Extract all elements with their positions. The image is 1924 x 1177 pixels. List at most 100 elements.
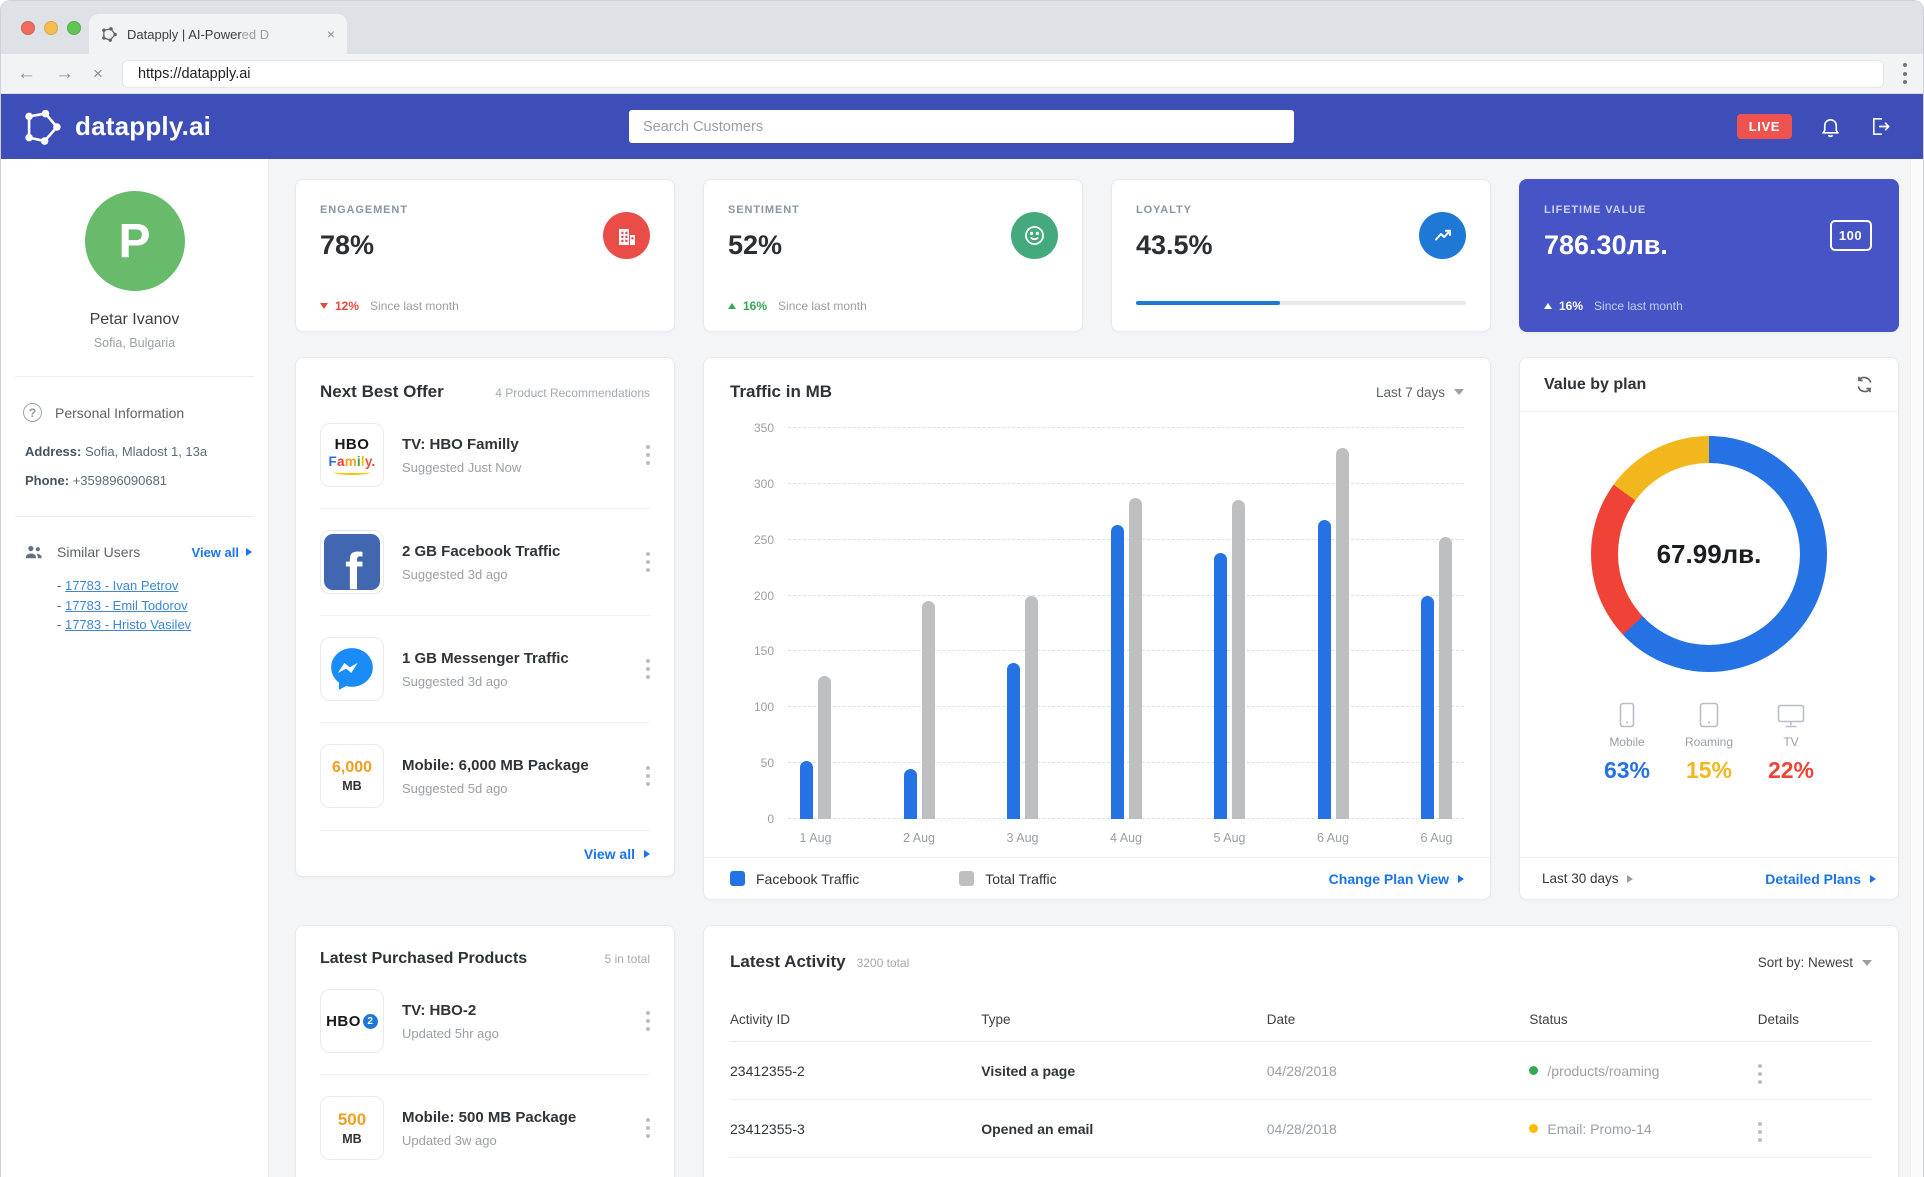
close-window-button[interactable]: [21, 21, 35, 35]
plan-tv: TV 22%: [1754, 702, 1828, 784]
datapply-logo-icon: [23, 109, 63, 145]
browser-tab[interactable]: Datapply | AI-Powered D ×: [89, 14, 347, 54]
window-controls: [21, 21, 81, 35]
activity-status: /products/roaming: [1529, 1063, 1757, 1079]
offer-menu-button[interactable]: [646, 549, 650, 574]
offer-item: HBO Family. TV: HBO Familly Suggested Ju…: [320, 402, 650, 509]
date-range-dropdown[interactable]: Last 7 days: [1376, 385, 1464, 400]
zoom-window-button[interactable]: [67, 21, 81, 35]
card-subtitle: 4 Product Recommendations: [495, 386, 650, 400]
purchased-menu-button[interactable]: [646, 1008, 650, 1033]
minimize-window-button[interactable]: [44, 21, 58, 35]
activity-table-head: Activity IDTypeDateStatusDetails: [730, 998, 1872, 1042]
customer-location: Sofia, Bulgaria: [94, 336, 175, 350]
avatar: P: [85, 191, 185, 291]
bar-group: 2 Aug: [904, 428, 935, 819]
bar-group: 4 Aug: [1111, 428, 1142, 819]
legend-item: Facebook Traffic: [730, 871, 859, 887]
bar-facebook-traffic: [800, 761, 813, 819]
search-input[interactable]: [629, 110, 1294, 143]
activity-status: Email: Promo-14: [1529, 1121, 1757, 1137]
donut-center-value: 67.99лв.: [1591, 436, 1827, 672]
offers-view-all-link[interactable]: View all: [320, 830, 650, 876]
offer-menu-button[interactable]: [646, 656, 650, 681]
metric-label: SENTIMENT: [728, 204, 1058, 216]
purchased-subtitle: Updated 3w ago: [402, 1133, 628, 1148]
value-by-plan-card: Value by plan 67.99лв. Mobile 63: [1519, 357, 1899, 900]
forward-button[interactable]: →: [55, 64, 74, 83]
metric-delta: 16% Since last month: [728, 299, 867, 313]
similar-users-view-all-link[interactable]: View all: [192, 545, 252, 560]
purchased-item: 500 MB Mobile: 500 MB Package Updated 3w…: [320, 1075, 650, 1177]
row-menu-button[interactable]: [1758, 1119, 1762, 1144]
sentiment-card: SENTIMENT 52% 16% Since last month: [703, 179, 1083, 332]
traffic-legend: Facebook TrafficTotal Traffic Change Pla…: [704, 857, 1490, 899]
offer-menu-button[interactable]: [646, 442, 650, 467]
purchased-menu-button[interactable]: [646, 1115, 650, 1140]
activity-table-body: 23412355-2Visited a page04/28/2018/produ…: [730, 1042, 1872, 1158]
change-plan-view-link[interactable]: Change Plan View: [1329, 871, 1464, 887]
notifications-bell-icon[interactable]: [1819, 115, 1842, 138]
engagement-card: ENGAGEMENT 78% 12% Since last month: [295, 179, 675, 332]
personal-information-section: ? Personal Information Address: Sofia, M…: [1, 377, 268, 490]
help-circle-icon: ?: [23, 403, 42, 422]
bar-total-traffic: [1232, 500, 1245, 820]
messenger-logo: [320, 637, 384, 701]
loyalty-progress-fill: [1136, 301, 1280, 305]
offer-menu-button[interactable]: [646, 763, 650, 788]
purchased-subtitle: Updated 5hr ago: [402, 1026, 628, 1041]
similar-user-link[interactable]: 17783 - Hristo Vasilev: [65, 617, 191, 632]
plan-roaming: Roaming 15%: [1672, 702, 1746, 784]
card-title: Latest Purchased Products: [320, 950, 527, 968]
address-bar[interactable]: https://datapply.ai: [122, 60, 1884, 88]
activity-table: Activity IDTypeDateStatusDetails 2341235…: [730, 998, 1872, 1158]
browser-menu-icon[interactable]: [1903, 61, 1907, 86]
brand-wordmark: datapply.ai: [75, 111, 211, 142]
plan-breakdown: Mobile 63% Roaming 15% TV: [1520, 702, 1898, 784]
last-30-days-control[interactable]: Last 30 days: [1542, 871, 1633, 886]
bar-facebook-traffic: [904, 769, 917, 819]
activity-details: [1758, 1113, 1872, 1145]
bar-group: 5 Aug: [1214, 428, 1245, 819]
stop-button[interactable]: ×: [93, 65, 103, 82]
activity-id: 23412355-2: [730, 1063, 981, 1079]
column-header: Activity ID: [730, 1012, 981, 1027]
url-text: https://datapply.ai: [138, 66, 251, 82]
column-header: Status: [1529, 1012, 1757, 1027]
column-header: Date: [1267, 1012, 1530, 1027]
similar-user-link[interactable]: 17783 - Emil Todorov: [65, 598, 188, 613]
tab-close-icon[interactable]: ×: [327, 26, 335, 42]
loyalty-progress-bar: [1136, 301, 1466, 305]
latest-activity-card: Latest Activity 3200 total Sort by: Newe…: [703, 925, 1899, 1177]
chevron-down-icon: [1454, 389, 1464, 395]
chevron-down-icon: [1862, 960, 1872, 966]
bar-total-traffic: [818, 676, 831, 819]
refresh-icon[interactable]: [1855, 375, 1874, 394]
sort-dropdown[interactable]: Sort by: Newest: [1758, 955, 1872, 970]
page-scrollbar[interactable]: [1910, 159, 1923, 1177]
app-header: datapply.ai LIVE: [1, 94, 1923, 159]
column-header: Details: [1758, 1012, 1872, 1027]
activity-details: [1758, 1055, 1872, 1087]
card-title: Next Best Offer: [320, 382, 444, 402]
browser-tabstrip: Datapply | AI-Powered D ×: [1, 1, 1923, 54]
hbo-2-logo: HBO2: [320, 989, 384, 1053]
loyalty-card: LOYALTY 43.5%: [1111, 179, 1491, 332]
activity-id: 23412355-3: [730, 1121, 981, 1137]
offer-title: Mobile: 6,000 MB Package: [402, 757, 628, 774]
traffic-plot: 0501001502002503003501 Aug2 Aug3 Aug4 Au…: [788, 428, 1464, 819]
detailed-plans-link[interactable]: Detailed Plans: [1765, 871, 1876, 887]
card-title: Value by plan: [1544, 376, 1646, 394]
list-item: - 17783 - Emil Todorov: [57, 596, 252, 616]
similar-user-link[interactable]: 17783 - Ivan Petrov: [65, 578, 178, 593]
row-menu-button[interactable]: [1758, 1061, 1762, 1086]
status-dot: [1529, 1066, 1538, 1075]
trending-chart-icon: [1419, 212, 1466, 259]
offer-title: 1 GB Messenger Traffic: [402, 650, 628, 667]
data-package-tile: 500 MB: [320, 1096, 384, 1160]
lifetime-value-card: LIFETIME VALUE 786.30лв. 100 16% Since l…: [1519, 179, 1899, 332]
tv-monitor-icon: [1754, 702, 1828, 728]
tablet-icon: [1672, 702, 1746, 728]
back-button[interactable]: ←: [17, 64, 36, 83]
sign-out-icon[interactable]: [1869, 115, 1892, 138]
